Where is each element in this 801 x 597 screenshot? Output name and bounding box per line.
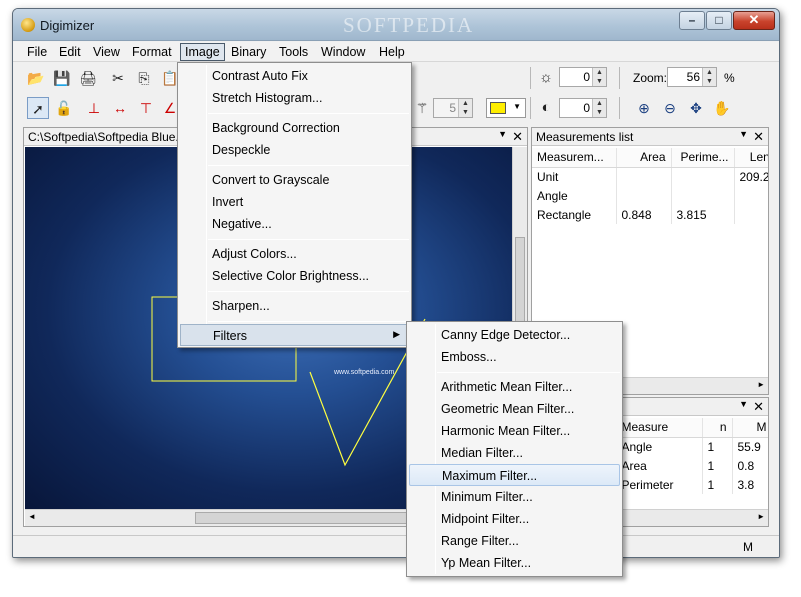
menu-item-filters[interactable]: Filters ▶ <box>180 324 409 346</box>
menu-item-yp-mean-filter[interactable]: Yp Mean Filter... <box>409 552 620 574</box>
menu-format[interactable]: Format <box>132 45 172 59</box>
menu-item-emboss[interactable]: Emboss... <box>409 346 620 368</box>
menu-view[interactable]: View <box>93 45 120 59</box>
chevron-down-icon: ▼ <box>513 102 521 111</box>
magic-wand-icon[interactable]: ⚚ <box>411 97 433 119</box>
status-bar: M <box>13 535 779 557</box>
brightness-icon: ☼ <box>539 69 553 86</box>
column-header[interactable]: Measurem... <box>532 148 617 168</box>
zoom-out-icon[interactable]: ⊖ <box>659 97 681 119</box>
column-header[interactable]: Length <box>734 148 768 168</box>
pointer-tool-icon[interactable]: ➚ <box>27 97 49 119</box>
column-header[interactable]: Measure <box>616 418 703 438</box>
table-row[interactable]: Rectangle 0.848 3.815 <box>532 205 768 224</box>
contrast-spinner[interactable]: ▲ ▼ <box>592 99 606 117</box>
menu-item-despeckle[interactable]: Despeckle <box>180 139 409 161</box>
menu-window[interactable]: Window <box>321 45 365 59</box>
menu-item-range-filter[interactable]: Range Filter... <box>409 530 620 552</box>
menu-item-arithmetic-mean-filter[interactable]: Arithmetic Mean Filter... <box>409 376 620 398</box>
menu-item-minimum-filter[interactable]: Minimum Filter... <box>409 486 620 508</box>
measurements-panel-header: Measurements list ▼ ✕ <box>532 128 768 146</box>
menu-item-convert-grayscale[interactable]: Convert to Grayscale <box>180 169 409 191</box>
pan-move-icon[interactable]: ✥ <box>685 97 707 119</box>
image-watermark: www.softpedia.com <box>334 369 395 376</box>
color-picker[interactable]: ▼ <box>486 98 526 118</box>
copy-icon[interactable]: ⎘ <box>133 67 155 89</box>
vertical-scroll-thumb[interactable] <box>515 237 525 327</box>
pin-icon[interactable]: ▼ <box>739 399 748 409</box>
zoom-in-icon[interactable]: ⊕ <box>633 97 655 119</box>
window-title: Digimizer <box>40 18 95 33</box>
lock-icon[interactable]: 🔓 <box>53 97 75 119</box>
brightness-spinner[interactable]: ▲ ▼ <box>592 68 606 86</box>
app-logo-icon <box>21 18 35 32</box>
menu-item-maximum-filter[interactable]: Maximum Filter... <box>409 464 620 486</box>
menu-binary[interactable]: Binary <box>231 45 266 59</box>
menu-item-geometric-mean-filter[interactable]: Geometric Mean Filter... <box>409 398 620 420</box>
close-panel-icon[interactable]: ✕ <box>753 129 764 145</box>
menu-item-selective-color-brightness[interactable]: Selective Color Brightness... <box>180 265 409 287</box>
zoom-label: Zoom: <box>633 71 668 85</box>
menu-item-sharpen[interactable]: Sharpen... <box>180 295 409 317</box>
open-folder-icon[interactable]: 📂 <box>25 67 47 89</box>
marker-tool-icon[interactable]: ⊤ <box>135 97 157 119</box>
menu-help[interactable]: Help <box>379 45 405 59</box>
minimize-button[interactable]: – <box>679 11 705 30</box>
color-swatch <box>490 102 506 114</box>
brightness-input[interactable]: 0 ▲ ▼ <box>559 67 607 87</box>
menu-edit[interactable]: Edit <box>59 45 81 59</box>
hand-icon[interactable]: ✋ <box>711 97 733 119</box>
image-menu: Contrast Auto Fix Stretch Histogram... B… <box>177 62 412 348</box>
submenu-arrow-icon: ▶ <box>393 329 400 339</box>
menu-file[interactable]: File <box>27 45 47 59</box>
menu-item-stretch-histogram[interactable]: Stretch Histogram... <box>180 87 409 109</box>
close-button[interactable]: ✕ <box>733 11 775 30</box>
zoom-spinner[interactable]: ▲ ▼ <box>702 68 716 86</box>
measurements-table: Measurem... Area Perime... Length Unit 2… <box>532 148 768 224</box>
scroll-right-icon[interactable]: ► <box>757 512 765 521</box>
zoom-unit: % <box>724 71 735 85</box>
line-tool-icon[interactable]: ⊥ <box>83 97 105 119</box>
menu-item-contrast-auto-fix[interactable]: Contrast Auto Fix <box>180 65 409 87</box>
print-icon[interactable]: 🖨 <box>77 67 99 89</box>
menu-item-canny-edge-detector[interactable]: Canny Edge Detector... <box>409 324 620 346</box>
pin-icon[interactable]: ▼ <box>498 129 507 139</box>
menu-item-invert[interactable]: Invert <box>180 191 409 213</box>
watermark-text: SOFTPEDIA <box>343 13 475 37</box>
contrast-input[interactable]: 0 ▲ ▼ <box>559 98 607 118</box>
pin-icon[interactable]: ▼ <box>739 129 748 139</box>
close-panel-icon[interactable]: ✕ <box>512 129 523 145</box>
save-icon[interactable]: 💾 <box>51 67 73 89</box>
filters-submenu: Canny Edge Detector... Emboss... Arithme… <box>406 321 623 577</box>
menu-item-median-filter[interactable]: Median Filter... <box>409 442 620 464</box>
status-mode: M <box>743 540 753 554</box>
menu-tools[interactable]: Tools <box>279 45 308 59</box>
cut-icon[interactable]: ✂ <box>107 67 129 89</box>
maximize-button[interactable]: □ <box>706 11 732 30</box>
measurements-title: Measurements list <box>536 130 634 144</box>
scroll-right-icon[interactable]: ► <box>757 380 765 389</box>
tolerance-input[interactable]: 5 ▲ ▼ <box>433 98 473 118</box>
column-header[interactable]: M <box>732 418 768 438</box>
image-path: C:\Softpedia\Softpedia Blue.jpg <box>28 130 195 144</box>
table-row[interactable]: Unit 209.238 <box>532 167 768 186</box>
column-header[interactable]: Area <box>616 148 672 168</box>
title-bar[interactable]: Digimizer SOFTPEDIA – □ ✕ <box>13 9 779 41</box>
close-panel-icon[interactable]: ✕ <box>753 399 764 415</box>
scroll-left-icon[interactable]: ◄ <box>28 512 36 521</box>
tolerance-spinner[interactable]: ▲ ▼ <box>458 99 472 117</box>
column-header[interactable]: n <box>702 418 733 438</box>
menu-item-background-correction[interactable]: Background Correction <box>180 117 409 139</box>
menu-item-harmonic-mean-filter[interactable]: Harmonic Mean Filter... <box>409 420 620 442</box>
contrast-icon: ◐ <box>541 99 551 116</box>
distance-tool-icon[interactable]: ↔ <box>109 97 131 119</box>
menu-item-midpoint-filter[interactable]: Midpoint Filter... <box>409 508 620 530</box>
zoom-input[interactable]: 56 ▲ ▼ <box>667 67 717 87</box>
menu-bar: File Edit View Format Image Binary Tools… <box>13 42 779 62</box>
menu-image[interactable]: Image <box>180 43 225 61</box>
column-header[interactable]: Perime... <box>671 148 735 168</box>
menu-item-negative[interactable]: Negative... <box>180 213 409 235</box>
table-row[interactable]: Angle <box>532 186 768 205</box>
menu-item-adjust-colors[interactable]: Adjust Colors... <box>180 243 409 265</box>
